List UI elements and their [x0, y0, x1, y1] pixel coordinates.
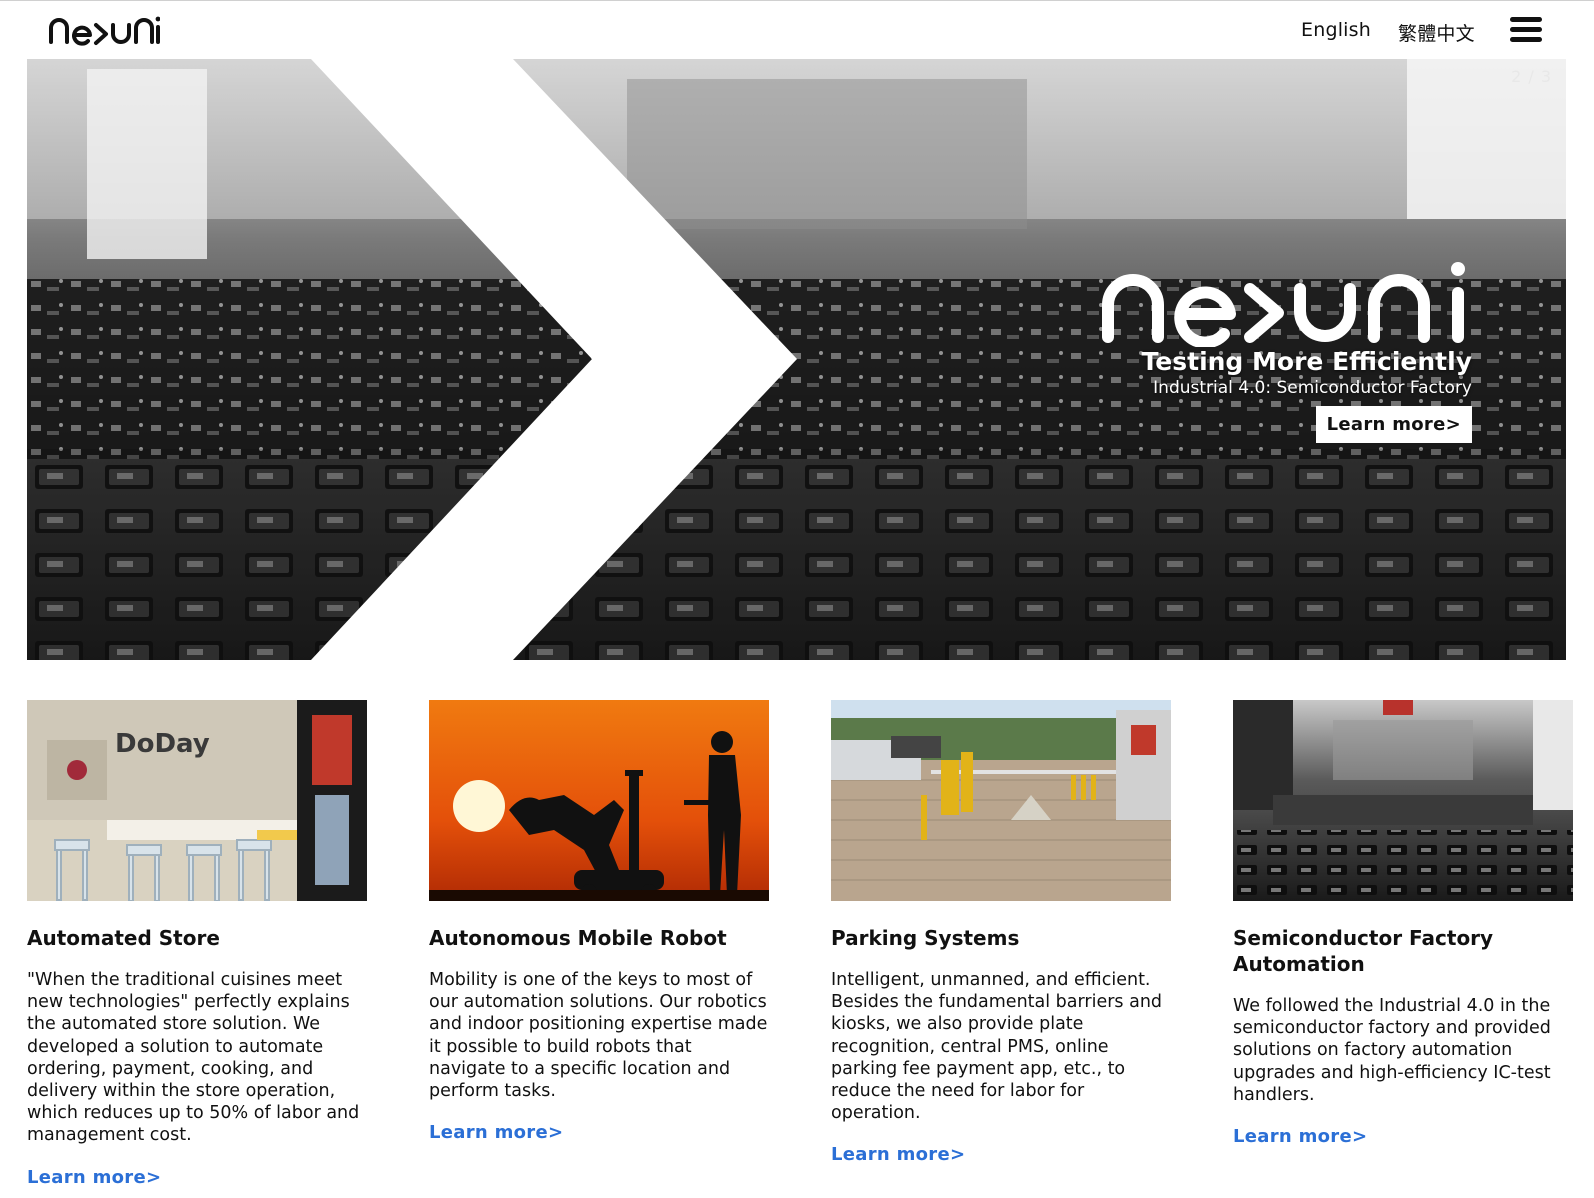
hero-carousel[interactable]: 2 / 3 Testing More Efficiently Industria… — [27, 59, 1566, 660]
hero-learn-more-button[interactable]: Learn more> — [1315, 406, 1472, 443]
hero-title: Testing More Efficiently — [1141, 347, 1472, 376]
parking-systems-image[interactable] — [831, 700, 1171, 901]
hero-caption: Testing More Efficiently Industrial 4.0:… — [1100, 259, 1472, 443]
card-semiconductor-factory-automation: Semiconductor Factory Automation We foll… — [1233, 700, 1573, 1147]
card-automated-store: DoDay Automated Store "When the traditio… — [27, 700, 367, 1188]
card-learn-more-link[interactable]: Learn more> — [429, 1122, 563, 1143]
card-title: Automated Store — [27, 926, 220, 950]
automated-store-image[interactable]: DoDay — [27, 700, 367, 901]
card-description: "When the traditional cuisines meet new … — [27, 970, 360, 1146]
mobile-robot-image[interactable] — [429, 700, 769, 901]
language-english[interactable]: English — [1301, 19, 1371, 41]
card-title: Autonomous Mobile Robot — [429, 926, 727, 950]
card-learn-more-link[interactable]: Learn more> — [27, 1167, 161, 1188]
card-description: We followed the Industrial 4.0 in the se… — [1233, 996, 1551, 1105]
card-title: Parking Systems — [831, 926, 1020, 950]
card-autonomous-mobile-robot: Autonomous Mobile Robot Mobility is one … — [429, 700, 769, 1143]
site-header: English 繁體中文 — [0, 1, 1594, 60]
card-description: Mobility is one of the keys to most of o… — [429, 970, 768, 1102]
hamburger-menu-icon[interactable] — [1510, 17, 1542, 45]
slide-counter: 2 / 3 — [1511, 67, 1552, 86]
language-traditional-chinese[interactable]: 繁體中文 — [1398, 19, 1475, 46]
nexuni-logo[interactable] — [48, 13, 160, 47]
doday-sign: DoDay — [115, 729, 210, 759]
semiconductor-factory-image[interactable] — [1233, 700, 1573, 901]
card-learn-more-link[interactable]: Learn more> — [1233, 1126, 1367, 1147]
card-description: Intelligent, unmanned, and efficient. Be… — [831, 970, 1163, 1124]
hero-subtitle: Industrial 4.0: Semiconductor Factory — [1153, 378, 1472, 398]
card-parking-systems: Parking Systems Intelligent, unmanned, a… — [831, 700, 1171, 1165]
hero-nexuni-logo — [1102, 262, 1465, 347]
card-learn-more-link[interactable]: Learn more> — [831, 1144, 965, 1165]
card-title: Semiconductor Factory Automation — [1233, 926, 1494, 976]
